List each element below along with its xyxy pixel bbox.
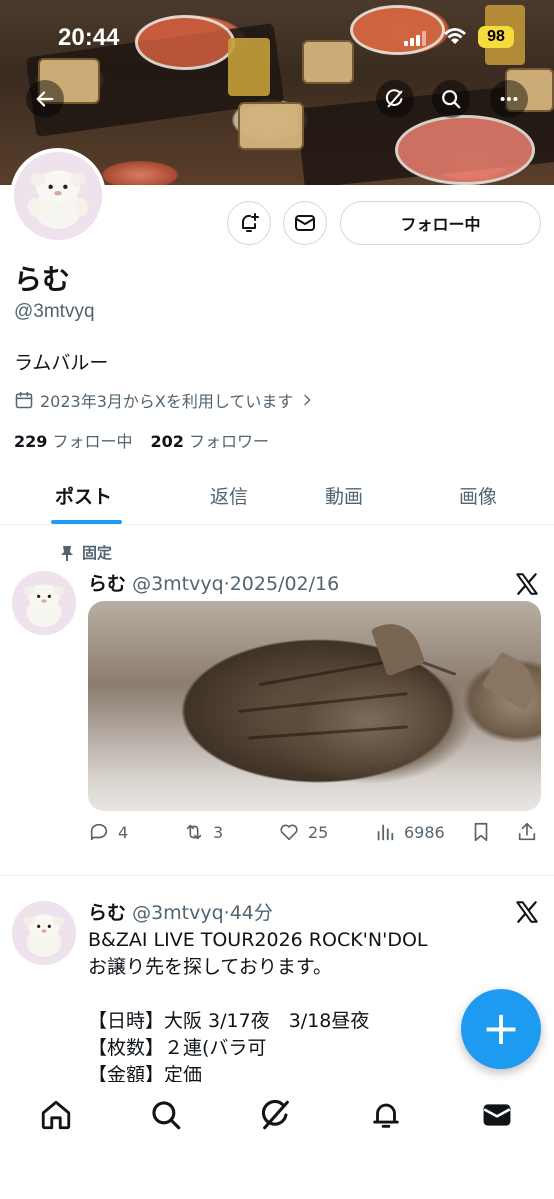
nav-messages[interactable] xyxy=(480,1098,514,1132)
search-icon xyxy=(152,1101,181,1130)
x-logo-icon xyxy=(516,573,538,595)
post-header: らむ @3mtvyq·44分 xyxy=(88,898,273,925)
like-button[interactable]: 25 xyxy=(278,821,328,843)
profile-handle: @3mtvyq xyxy=(14,301,95,322)
post-divider xyxy=(0,875,554,876)
bookmark-button[interactable] xyxy=(470,821,492,843)
envelope-icon xyxy=(483,1104,511,1126)
chevron-right-icon xyxy=(304,394,312,406)
repost-icon xyxy=(186,824,202,840)
views-chart-icon xyxy=(377,824,394,841)
post-timestamp[interactable]: 44分 xyxy=(230,902,273,924)
wifi-icon xyxy=(444,28,466,44)
pin-icon xyxy=(61,545,73,561)
post-author-handle[interactable]: @3mtvyq xyxy=(132,573,224,595)
post-timestamp[interactable]: 2025/02/16 xyxy=(230,573,340,595)
battery-indicator: 98 xyxy=(478,26,514,48)
grok-icon xyxy=(261,1099,289,1130)
x-logo-icon xyxy=(516,901,538,923)
repost-button[interactable]: 3 xyxy=(183,821,223,843)
post-body-line: 【日時】大阪 3/17夜 3/18昼夜 xyxy=(88,1010,370,1032)
status-bar: 20:44 98 xyxy=(0,20,554,54)
notification-subscribe-button[interactable] xyxy=(227,201,271,245)
grok-button[interactable] xyxy=(376,80,414,118)
plush-bear-avatar-image xyxy=(12,901,76,965)
views-button[interactable]: 6986 xyxy=(374,821,445,843)
pinned-label: 固定 xyxy=(60,542,112,563)
view-count: 6986 xyxy=(404,822,445,842)
reply-button[interactable]: 4 xyxy=(88,821,128,843)
tab-posts[interactable]: ポスト xyxy=(55,482,112,509)
share-icon xyxy=(518,822,536,841)
heart-icon xyxy=(280,824,298,841)
post-author-name[interactable]: らむ xyxy=(88,573,126,595)
nav-home[interactable] xyxy=(39,1098,73,1132)
like-count: 25 xyxy=(308,822,329,842)
nav-search[interactable] xyxy=(149,1098,183,1132)
grok-icon xyxy=(385,89,403,108)
post-actions: 4 3 25 6986 xyxy=(88,821,543,851)
pinned-text: 固定 xyxy=(82,544,113,562)
following-label: フォロー中 xyxy=(52,432,133,451)
profile-tabs: ポスト 返信 動画 画像 xyxy=(0,470,554,525)
bell-plus-icon xyxy=(241,213,259,232)
more-horizontal-icon xyxy=(500,96,518,102)
home-icon xyxy=(41,1100,71,1130)
following-link[interactable]: 229 フォロー中 xyxy=(14,432,133,451)
post-avatar[interactable] xyxy=(12,901,76,965)
compose-post-button[interactable]: + xyxy=(461,989,541,1069)
more-button[interactable] xyxy=(490,80,528,118)
joined-date-text: 2023年3月からXを利用しています xyxy=(40,392,294,411)
profile-avatar[interactable] xyxy=(10,148,106,244)
profile-name: らむ xyxy=(14,263,71,296)
envelope-icon xyxy=(295,215,315,231)
post-body-line: 【枚数】２連(バラ可 xyxy=(88,1037,267,1059)
following-count: 229 xyxy=(14,432,48,451)
profile-bio: ラムバルー xyxy=(14,352,109,374)
nav-notifications[interactable] xyxy=(369,1098,403,1132)
post-avatar[interactable] xyxy=(12,571,76,635)
reply-count: 4 xyxy=(118,822,129,842)
search-button[interactable] xyxy=(432,80,470,118)
reply-icon xyxy=(90,823,108,841)
calendar-icon xyxy=(15,391,33,409)
tab-images[interactable]: 画像 xyxy=(459,482,497,509)
tab-videos[interactable]: 動画 xyxy=(325,482,363,509)
following-button[interactable]: フォロー中 xyxy=(340,201,541,245)
plush-bear-avatar-image xyxy=(14,152,102,240)
post-image-sleeping-cat[interactable] xyxy=(88,601,541,811)
followers-link[interactable]: 202 フォロワー xyxy=(151,432,270,451)
status-time: 20:44 xyxy=(58,24,120,51)
followers-count: 202 xyxy=(150,432,184,451)
bottom-navigation xyxy=(0,1082,554,1199)
tab-replies[interactable]: 返信 xyxy=(210,482,248,509)
search-icon xyxy=(442,90,461,109)
post-author-handle[interactable]: @3mtvyq xyxy=(132,902,224,924)
post-author-name[interactable]: らむ xyxy=(88,902,126,924)
cellular-signal-icon xyxy=(404,30,428,46)
nav-grok[interactable] xyxy=(259,1098,293,1132)
plush-bear-avatar-image xyxy=(12,571,76,635)
post-body-line: B&ZAI LIVE TOUR2026 ROCK'N'DOL xyxy=(88,929,428,951)
post-body-line: お譲り先を探しております。 xyxy=(88,956,332,978)
arrow-left-icon xyxy=(36,91,54,107)
bell-icon xyxy=(373,1103,399,1128)
share-button[interactable] xyxy=(516,821,538,843)
active-tab-indicator xyxy=(51,520,122,524)
followers-label: フォロワー xyxy=(189,432,270,451)
joined-date[interactable]: 2023年3月からXを利用しています xyxy=(14,388,315,412)
back-button[interactable] xyxy=(26,80,64,118)
message-button[interactable] xyxy=(283,201,327,245)
repost-count: 3 xyxy=(213,822,224,842)
follow-stats: 229 フォロー中 202 フォロワー xyxy=(14,428,269,452)
bookmark-icon xyxy=(474,822,488,842)
post-header: らむ @3mtvyq·2025/02/16 xyxy=(88,569,339,596)
